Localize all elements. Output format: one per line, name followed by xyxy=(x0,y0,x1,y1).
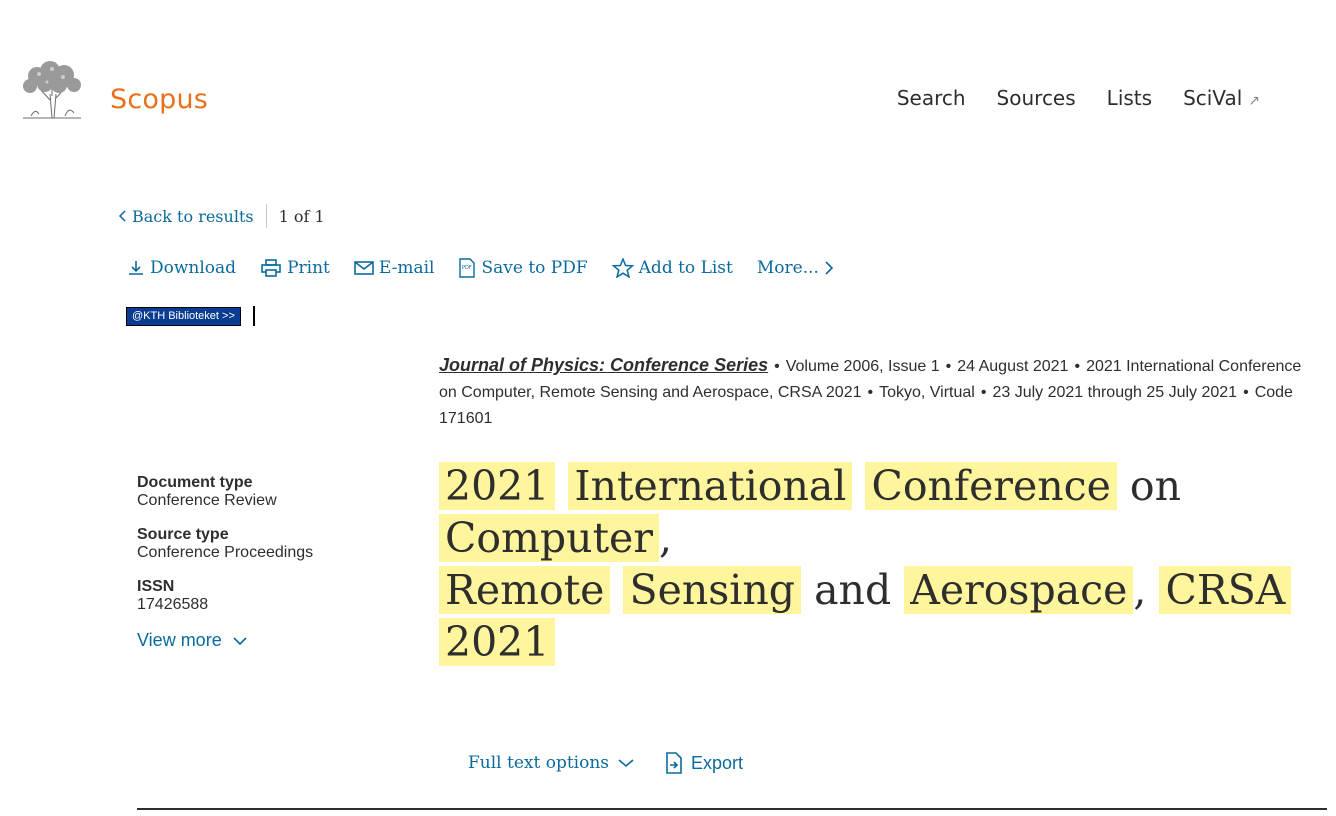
dot-separator: • xyxy=(1074,358,1081,375)
publication-date: 24 August 2021 xyxy=(957,358,1069,375)
download-button[interactable]: Download xyxy=(127,258,236,278)
print-button[interactable]: Print xyxy=(260,258,330,278)
external-arrow-icon: ↗ xyxy=(1248,93,1260,109)
document-type-value: Conference Review xyxy=(137,492,277,509)
back-label: Back to results xyxy=(132,206,254,226)
title-word: Aerospace xyxy=(904,566,1134,614)
back-to-results-link[interactable]: Back to results xyxy=(118,207,254,226)
document-toolbar: Download Print E-mail PDF Save to PDF Ad… xyxy=(127,258,834,278)
source-type-label: Source type xyxy=(137,526,229,543)
email-button[interactable]: E-mail xyxy=(354,258,435,278)
document-title: 2021 International Conference on Compute… xyxy=(439,460,1319,668)
dot-separator: • xyxy=(980,384,987,401)
title-word: 2021 xyxy=(439,462,556,510)
document-type-label: Document type xyxy=(137,474,253,491)
nav-sources[interactable]: Sources xyxy=(997,86,1076,110)
top-navigation: Search Sources Lists SciVal ↗ xyxy=(897,86,1260,110)
pdf-icon: PDF xyxy=(459,258,476,278)
view-more-button[interactable]: View more xyxy=(137,630,387,651)
document-actions: Full text options Export xyxy=(468,752,743,774)
save-pdf-button[interactable]: PDF Save to PDF xyxy=(458,258,588,278)
add-list-label: Add to List xyxy=(638,258,733,278)
kth-library-link[interactable]: @KTH Biblioteket >> xyxy=(126,307,241,326)
save-pdf-label: Save to PDF xyxy=(481,258,588,278)
journal-link[interactable]: Journal of Physics: Conference Series xyxy=(439,355,768,375)
title-word: Computer xyxy=(439,514,659,562)
title-word: Sensing xyxy=(623,566,802,614)
title-comma: , xyxy=(658,514,672,562)
title-word: on xyxy=(1129,462,1182,510)
svg-text:PDF: PDF xyxy=(462,265,472,271)
title-word: CRSA xyxy=(1159,566,1292,614)
email-label: E-mail xyxy=(378,258,435,278)
nav-search[interactable]: Search xyxy=(897,86,966,110)
nav-scival[interactable]: SciVal ↗ xyxy=(1183,86,1260,110)
chevron-left-icon xyxy=(118,210,126,222)
export-label: Export xyxy=(691,752,744,773)
dot-separator: • xyxy=(774,358,780,375)
title-word: Conference xyxy=(865,462,1117,510)
title-word: International xyxy=(568,462,853,510)
conference-location: Tokyo, Virtual xyxy=(879,384,975,401)
title-word: and xyxy=(814,566,892,614)
conference-dates: 23 July 2021 through 25 July 2021 xyxy=(992,384,1238,401)
full-text-options-button[interactable]: Full text options xyxy=(468,753,635,773)
source-type-value: Conference Proceedings xyxy=(137,544,314,561)
email-icon xyxy=(354,261,374,275)
chevron-down-icon xyxy=(233,636,247,645)
result-pager: 1 of 1 xyxy=(278,206,325,226)
issn-value: 17426588 xyxy=(137,596,209,613)
title-word: 2021 xyxy=(439,618,556,666)
issn-label: ISSN xyxy=(137,578,175,595)
scopus-brand[interactable]: Scopus xyxy=(110,84,208,115)
more-button[interactable]: More... xyxy=(757,258,834,278)
title-comma: , xyxy=(1133,566,1147,614)
full-text-options-label: Full text options xyxy=(468,753,610,773)
text-cursor-bar xyxy=(253,306,255,326)
chevron-right-icon xyxy=(825,261,834,275)
dot-separator: • xyxy=(945,358,952,375)
export-button[interactable]: Export xyxy=(663,752,743,774)
breadcrumb-divider xyxy=(265,204,267,228)
download-icon xyxy=(129,261,143,275)
dot-separator: • xyxy=(867,384,874,401)
print-icon xyxy=(261,259,281,277)
export-icon xyxy=(666,752,682,774)
more-label: More... xyxy=(756,258,819,278)
volume-issue: Volume 2006, Issue 1 xyxy=(785,358,940,375)
section-divider xyxy=(137,808,1327,810)
elsevier-tree-logo xyxy=(23,61,81,119)
download-label: Download xyxy=(150,258,237,278)
chevron-down-icon xyxy=(618,759,634,768)
dot-separator: • xyxy=(1243,384,1249,401)
breadcrumb: Back to results 1 of 1 xyxy=(118,204,325,228)
top-cutoff-text xyxy=(12,0,212,4)
nav-scival-label: SciVal xyxy=(1183,86,1243,110)
view-more-label: View more xyxy=(137,630,222,650)
add-to-list-button[interactable]: Add to List xyxy=(611,258,733,278)
star-icon xyxy=(611,258,634,278)
print-label: Print xyxy=(287,258,330,278)
title-word: Remote xyxy=(439,566,611,614)
nav-lists[interactable]: Lists xyxy=(1107,86,1152,110)
document-details-panel: Document type Conference Review Source t… xyxy=(137,474,387,651)
source-metadata: Journal of Physics: Conference Series • Vo… xyxy=(439,352,1319,432)
